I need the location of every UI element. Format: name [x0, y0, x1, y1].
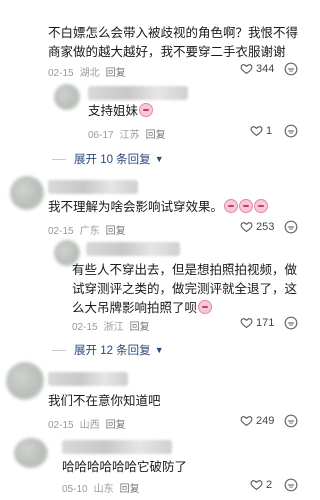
heart-icon	[240, 318, 253, 329]
heart-icon	[240, 222, 253, 233]
blush-emoji-icon	[254, 199, 269, 213]
comment-date: 02-15	[48, 226, 74, 237]
blush-emoji-icon	[224, 199, 239, 213]
like-button[interactable]: 249	[240, 414, 274, 427]
reply-button[interactable]: 回复	[106, 226, 126, 237]
dislike-icon[interactable]	[284, 478, 298, 492]
comment-text-content: 我不理解为啥会影响试穿效果。	[48, 200, 224, 214]
like-button[interactable]: 344	[240, 62, 274, 75]
like-button[interactable]: 1	[250, 124, 272, 137]
username-blurred[interactable]	[62, 440, 172, 454]
dislike-icon[interactable]	[284, 124, 298, 138]
like-count: 253	[256, 220, 275, 233]
expand-replies-button[interactable]: 展开 10 条回复 ▼	[52, 151, 164, 167]
comment-meta: 02-15 浙江 回复	[72, 318, 156, 333]
dislike-icon[interactable]	[284, 316, 298, 330]
chevron-down-icon: ▼	[154, 154, 164, 164]
expand-label: 展开 12 条回复	[74, 345, 151, 357]
like-count: 2	[266, 478, 273, 491]
comment-date: 05-10	[62, 484, 88, 495]
dislike-icon[interactable]	[284, 414, 298, 428]
username-blurred[interactable]	[86, 242, 180, 256]
comment-date: 06-17	[88, 130, 114, 141]
comment-location: 山西	[79, 420, 100, 431]
username-blurred[interactable]	[88, 86, 188, 100]
reply-button[interactable]: 回复	[146, 130, 166, 141]
divider	[52, 349, 66, 351]
like-button[interactable]: 171	[240, 316, 274, 329]
comment-location: 山东	[93, 484, 114, 495]
expand-replies-button[interactable]: 展开 12 条回复 ▼	[52, 342, 164, 358]
comment-text: 哈哈哈哈哈哈它破防了	[62, 460, 188, 474]
heart-icon	[250, 480, 263, 491]
comment-date: 02-15	[48, 68, 74, 79]
reply-button[interactable]: 回复	[106, 420, 126, 431]
like-count: 1	[266, 124, 273, 137]
comment-text-content: 支持姐妹	[88, 104, 139, 118]
comment-meta: 02-15 湖北 回复	[48, 64, 132, 79]
reply-button[interactable]: 回复	[106, 68, 126, 79]
comment-text: 有些人不穿出去，但是想拍照拍视频，做试穿测评之类的，做完测评就全退了，这么大吊牌…	[72, 261, 300, 318]
expand-label: 展开 10 条回复	[74, 154, 151, 166]
blush-emoji-icon	[198, 300, 213, 314]
username-blurred[interactable]	[48, 180, 138, 194]
comment-location: 浙江	[103, 322, 124, 333]
dislike-icon[interactable]	[284, 220, 298, 234]
reply-button[interactable]: 回复	[120, 484, 140, 495]
blush-emoji-icon	[239, 199, 254, 213]
comment-text-content: 有些人不穿出去，但是想拍照拍视频，做试穿测评之类的，做完测评就全退了，这么大吊牌…	[72, 263, 298, 315]
blush-emoji-icon	[139, 103, 154, 117]
comment-date: 02-15	[72, 322, 98, 333]
comment-date: 02-15	[48, 420, 74, 431]
comment-location: 湖北	[79, 68, 100, 79]
like-button[interactable]: 253	[240, 220, 274, 233]
heart-icon	[240, 416, 253, 427]
comment-meta: 02-15 山西 回复	[48, 416, 132, 431]
username-blurred[interactable]	[48, 372, 128, 386]
heart-icon	[250, 126, 263, 137]
like-count: 171	[256, 316, 275, 329]
comment-location: 广东	[79, 226, 100, 237]
comment-location: 江苏	[119, 130, 140, 141]
comment-meta: 05-10 山东 回复	[62, 480, 146, 495]
like-count: 344	[256, 62, 275, 75]
avatar[interactable]	[10, 176, 44, 210]
avatar[interactable]	[54, 84, 80, 110]
dislike-icon[interactable]	[284, 62, 298, 76]
comment-text: 不白嫖怎么会带入被歧视的角色啊？我恨不得商家做的越大越好，我不要穿二手衣服谢谢	[48, 26, 299, 59]
like-button[interactable]: 2	[250, 478, 272, 491]
chevron-down-icon: ▼	[154, 345, 164, 355]
like-count: 249	[256, 414, 275, 427]
comment-meta: 06-17 江苏 回复	[88, 126, 172, 141]
divider	[52, 158, 66, 160]
avatar[interactable]	[14, 438, 48, 468]
comment-text: 我不理解为啥会影响试穿效果。	[48, 198, 303, 217]
avatar[interactable]	[6, 362, 44, 400]
comment-text: 支持姐妹	[88, 102, 288, 121]
heart-icon	[240, 64, 253, 75]
comment-meta: 02-15 广东 回复	[48, 222, 132, 237]
comment-text: 我们不在意你知道吧	[48, 394, 161, 408]
reply-button[interactable]: 回复	[130, 322, 150, 333]
